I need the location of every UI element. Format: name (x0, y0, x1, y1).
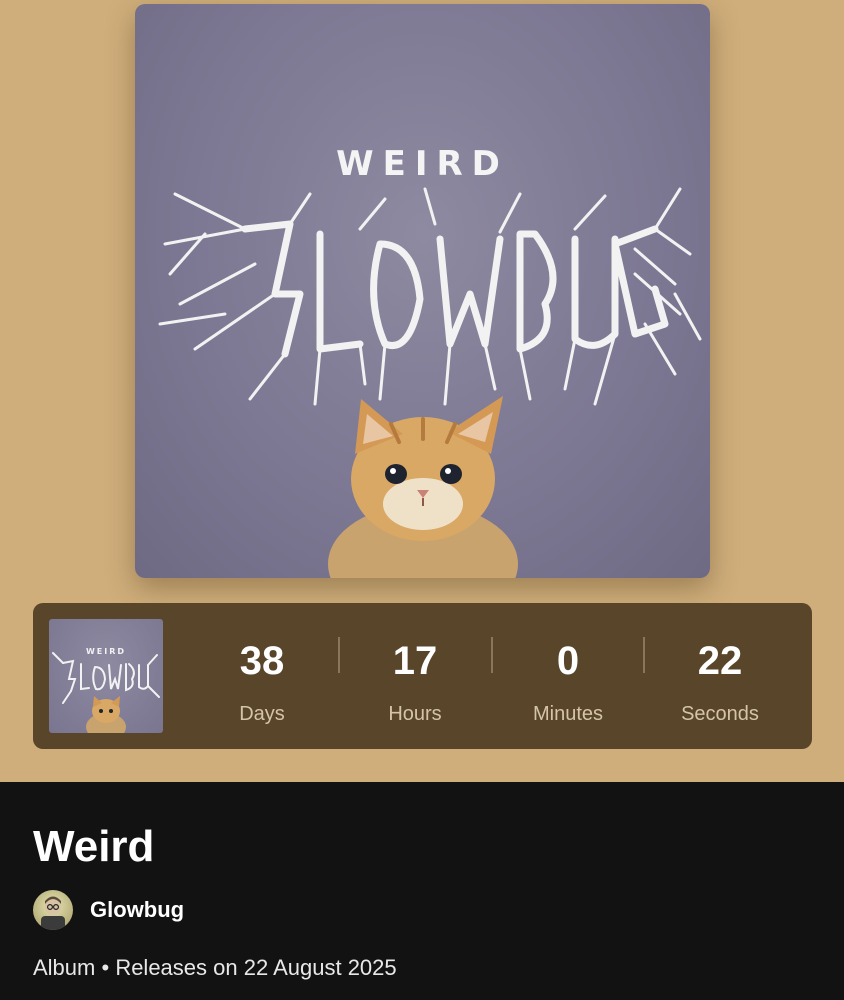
countdown-minutes: 0 Minutes (503, 637, 633, 726)
artist-avatar[interactable] (33, 890, 73, 930)
seconds-label: Seconds (681, 703, 759, 725)
hours-value: 17 (392, 639, 438, 683)
days-value: 38 (239, 639, 285, 683)
days-label: Days (239, 703, 285, 725)
thumbnail-art-icon (52, 652, 160, 733)
countdown-divider (643, 637, 645, 673)
countdown-divider (338, 637, 340, 673)
release-countdown: WEIRD 38 Days 17 Hours 0 Minutes 22 Seco… (33, 603, 812, 749)
countdown-divider (491, 637, 493, 673)
seconds-value: 22 (697, 639, 743, 683)
artist-name[interactable]: Glowbug (90, 897, 184, 923)
album-type: Album (33, 955, 96, 980)
artist-link[interactable]: Glowbug (33, 889, 184, 931)
minutes-value: 0 (556, 639, 580, 683)
hero-section: WEIRD WEIRD 38 Days 17 Hours 0 Minutes 2… (0, 0, 844, 782)
album-title: Weird (33, 822, 155, 871)
album-cover: WEIRD (135, 4, 710, 578)
countdown-seconds: 22 Seconds (655, 637, 785, 726)
minutes-label: Minutes (532, 703, 604, 725)
album-info: Weird Glowbug Album • Releases on 22 Aug… (0, 782, 844, 1000)
glowbug-logo-icon (158, 187, 702, 406)
person-icon (41, 896, 65, 930)
kitten-icon (328, 396, 518, 578)
countdown-hours: 17 Hours (350, 637, 480, 726)
meta-separator: • (101, 955, 110, 980)
hours-label: Hours (388, 703, 442, 725)
album-thumbnail: WEIRD (49, 619, 163, 733)
countdown-days: 38 Days (197, 637, 327, 726)
album-meta: Album • Releases on 22 August 2025 (33, 955, 397, 981)
release-date: Releases on 22 August 2025 (115, 955, 397, 980)
